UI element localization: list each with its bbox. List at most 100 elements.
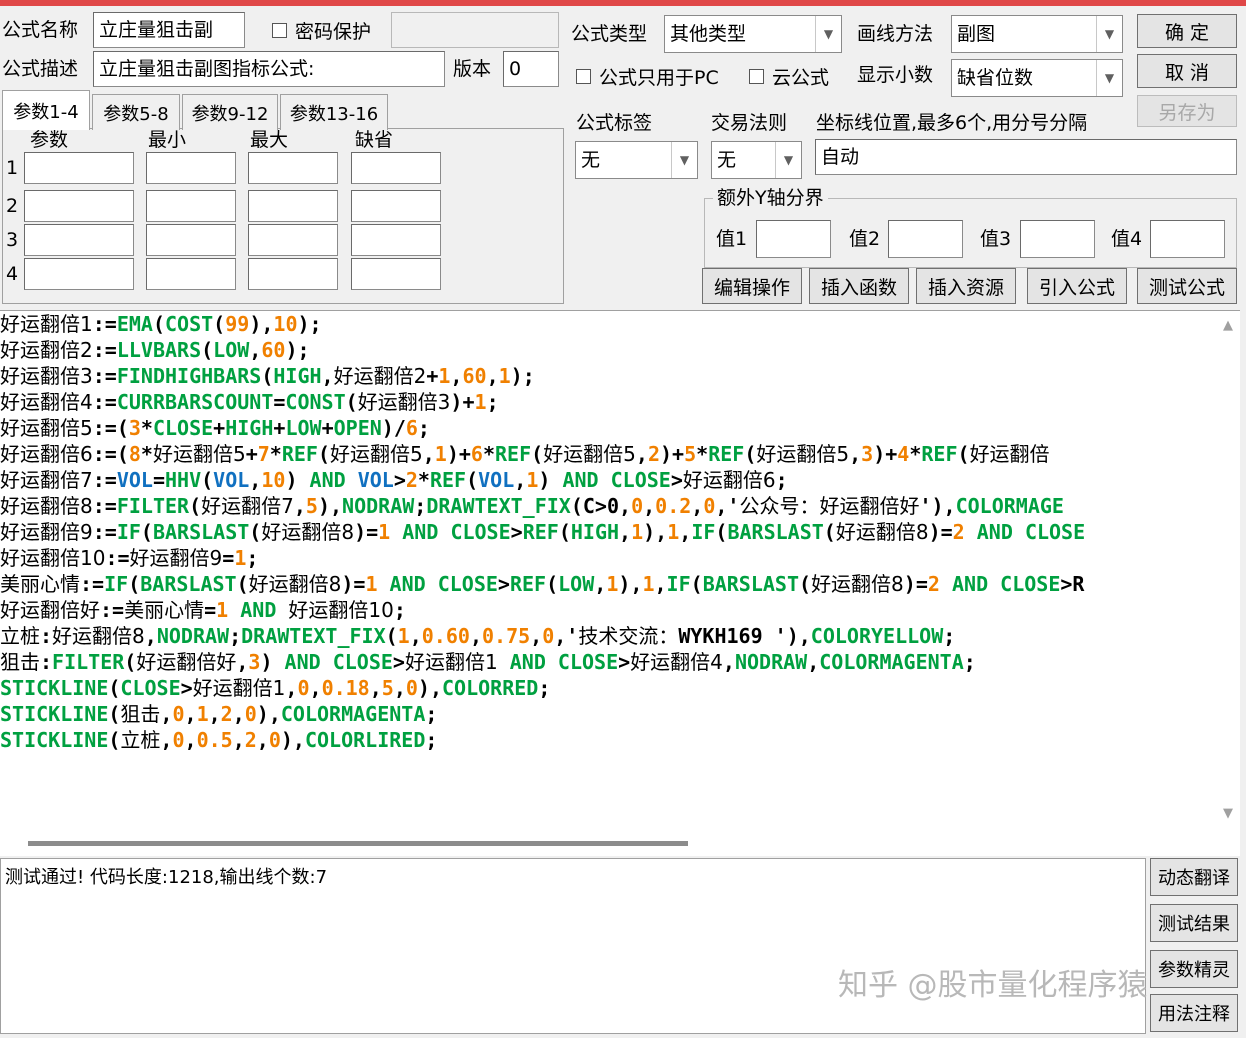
test-formula-button[interactable]: 测试公式 <box>1137 268 1237 304</box>
dynamic-translate-button[interactable]: 动态翻译 <box>1150 858 1238 896</box>
code-token: ; <box>425 728 438 752</box>
param-min-input[interactable] <box>146 224 236 256</box>
code-token: 1 <box>434 442 447 466</box>
param-default-input[interactable] <box>351 152 441 184</box>
draw-method-select[interactable]: 副图 ▼ <box>951 15 1123 53</box>
code-line[interactable]: 好运翻倍7:=VOL=HHV(VOL,10) AND VOL>2*REF(VOL… <box>0 467 1216 493</box>
coord-line-input[interactable]: 自动 <box>815 139 1237 175</box>
code-line[interactable]: 好运翻倍8:=FILTER(好运翻倍7,5),NODRAW;DRAWTEXT_F… <box>0 493 1216 519</box>
code-token: ( <box>108 728 121 752</box>
value3-input[interactable] <box>1020 220 1095 258</box>
code-line[interactable]: 好运翻倍6:=(8*好运翻倍5+7*REF(好运翻倍5,1)+6*REF(好运翻… <box>0 441 1216 467</box>
chevron-down-icon[interactable]: ▼ <box>671 142 697 178</box>
vertical-scrollbar[interactable]: ▲ ▼ <box>1216 311 1240 831</box>
value4-input[interactable] <box>1150 220 1225 258</box>
param-min-input[interactable] <box>146 190 236 222</box>
pc-only-checkbox[interactable]: 公式只用于PC <box>576 63 719 90</box>
code-line[interactable]: 美丽心情:=IF(BARSLAST(好运翻倍8)=1 AND CLOSE>REF… <box>0 571 1216 597</box>
code-token: 1 <box>642 572 655 596</box>
cancel-button[interactable]: 取 消 <box>1137 54 1237 88</box>
param-min-input[interactable] <box>146 258 236 290</box>
value2-input[interactable] <box>888 220 963 258</box>
param-max-input[interactable] <box>248 258 338 290</box>
import-formula-button[interactable]: 引入公式 <box>1027 268 1127 304</box>
param-name-input[interactable] <box>24 258 134 290</box>
test-result-button[interactable]: 测试结果 <box>1150 904 1238 942</box>
trade-rule-select[interactable]: 无 ▼ <box>711 141 802 179</box>
ok-button[interactable]: 确 定 <box>1137 14 1237 48</box>
scroll-down-icon[interactable]: ▼ <box>1216 801 1240 825</box>
param-name-input[interactable] <box>24 152 134 184</box>
save-as-button[interactable]: 另存为 <box>1137 95 1237 127</box>
chevron-down-icon[interactable]: ▼ <box>815 16 841 52</box>
code-token: , <box>293 494 306 518</box>
tab-params-5-8[interactable]: 参数5-8 <box>92 94 180 130</box>
code-token: 好运翻倍7 <box>0 468 93 492</box>
param-name-input[interactable] <box>24 190 134 222</box>
formula-desc-input[interactable]: 立庄量狙击副图指标公式: <box>93 51 445 87</box>
code-line[interactable]: 好运翻倍好:=美丽心情=1 AND 好运翻倍10; <box>0 597 1216 623</box>
scroll-up-icon[interactable]: ▲ <box>1216 313 1240 337</box>
code-line[interactable]: STICKLINE(狙击,0,1,2,0),COLORMAGENTA; <box>0 701 1216 727</box>
password-protect-checkbox[interactable]: 密码保护 <box>272 17 371 44</box>
code-line[interactable]: 立桩:好运翻倍8,NODRAW;DRAWTEXT_FIX(1,0.60,0.75… <box>0 623 1216 649</box>
code-line[interactable]: 好运翻倍9:=IF(BARSLAST(好运翻倍8)=1 AND CLOSE>RE… <box>0 519 1216 545</box>
param-min-input[interactable] <box>146 152 236 184</box>
password-input[interactable] <box>391 12 559 48</box>
code-editor[interactable]: 好运翻倍1:=EMA(COST(99),10); 好运翻倍2:=LLVBARS(L… <box>0 310 1240 856</box>
code-line[interactable]: 狙击:FILTER(好运翻倍好,3) AND CLOSE>好运翻倍1 AND C… <box>0 649 1216 675</box>
tab-params-1-4[interactable]: 参数1-4 <box>2 90 90 130</box>
code-token: FILTER <box>52 650 125 674</box>
code-token: * <box>269 442 282 466</box>
param-default-input[interactable] <box>351 190 441 222</box>
code-token: ; <box>943 624 956 648</box>
version-input[interactable]: 0 <box>503 51 559 87</box>
test-output-panel: 测试通过! 代码长度:1218,输出线个数:7 <box>0 858 1146 1034</box>
checkbox-box[interactable] <box>272 23 287 38</box>
param-default-input[interactable] <box>351 224 441 256</box>
code-token: ( <box>558 520 571 544</box>
formula-name-input[interactable]: 立庄量狙击副 <box>93 12 245 48</box>
chevron-down-icon[interactable]: ▼ <box>1096 60 1122 96</box>
param-max-input[interactable] <box>248 224 338 256</box>
code-line[interactable]: 好运翻倍5:=(3*CLOSE+HIGH+LOW+OPEN)/6; <box>0 415 1216 441</box>
code-line[interactable]: 好运翻倍3:=FINDHIGHBARS(HIGH,好运翻倍2+1,60,1); <box>0 363 1216 389</box>
code-token: , <box>232 702 245 726</box>
chevron-down-icon[interactable]: ▼ <box>775 142 801 178</box>
insert-function-button[interactable]: 插入函数 <box>809 268 909 304</box>
version-label: 版本 <box>453 58 492 80</box>
insert-resource-button[interactable]: 插入资源 <box>916 268 1016 304</box>
code-token: , <box>256 728 269 752</box>
formula-tag-select[interactable]: 无 ▼ <box>575 141 698 179</box>
formula-type-select[interactable]: 其他类型 ▼ <box>664 15 842 53</box>
code-line[interactable]: 好运翻倍1:=EMA(COST(99),10); <box>0 311 1216 337</box>
usage-notes-button[interactable]: 用法注释 <box>1150 994 1238 1032</box>
code-token: 好运翻倍好 <box>0 598 100 622</box>
checkbox-box[interactable] <box>576 69 591 84</box>
cloud-formula-checkbox[interactable]: 云公式 <box>749 63 829 90</box>
decimals-select[interactable]: 缺省位数 ▼ <box>951 59 1123 97</box>
code-token: ( <box>201 338 214 362</box>
horizontal-scroll-thumb[interactable] <box>28 841 688 846</box>
param-name-input[interactable] <box>24 224 134 256</box>
code-content[interactable]: 好运翻倍1:=EMA(COST(99),10); 好运翻倍2:=LLVBARS(L… <box>0 311 1216 753</box>
code-token: 0 <box>405 676 418 700</box>
param-wizard-button[interactable]: 参数精灵 <box>1150 950 1238 988</box>
code-line[interactable]: STICKLINE(CLOSE>好运翻倍1,0,0.18,5,0),COLORR… <box>0 675 1216 701</box>
tab-params-13-16[interactable]: 参数13-16 <box>280 94 388 130</box>
horizontal-scrollbar[interactable] <box>0 830 1240 856</box>
tab-params-9-12[interactable]: 参数9-12 <box>182 94 278 130</box>
code-line[interactable]: 好运翻倍4:=CURRBARSCOUNT=CONST(好运翻倍3)+1; <box>0 389 1216 415</box>
checkbox-box[interactable] <box>749 69 764 84</box>
code-line[interactable]: STICKLINE(立桩,0,0.5,2,0),COLORLIRED; <box>0 727 1216 753</box>
code-line[interactable]: 好运翻倍2:=LLVBARS(LOW,60); <box>0 337 1216 363</box>
chevron-down-icon[interactable]: ▼ <box>1096 16 1122 52</box>
edit-operations-button[interactable]: 编辑操作 <box>702 268 802 304</box>
param-max-input[interactable] <box>248 152 338 184</box>
code-line[interactable]: 好运翻倍10:=好运翻倍9=1; <box>0 545 1216 571</box>
param-max-input[interactable] <box>248 190 338 222</box>
param-default-input[interactable] <box>351 258 441 290</box>
code-token: * <box>417 468 430 492</box>
param-row-number: 1 <box>6 157 19 179</box>
value1-input[interactable] <box>756 220 831 258</box>
